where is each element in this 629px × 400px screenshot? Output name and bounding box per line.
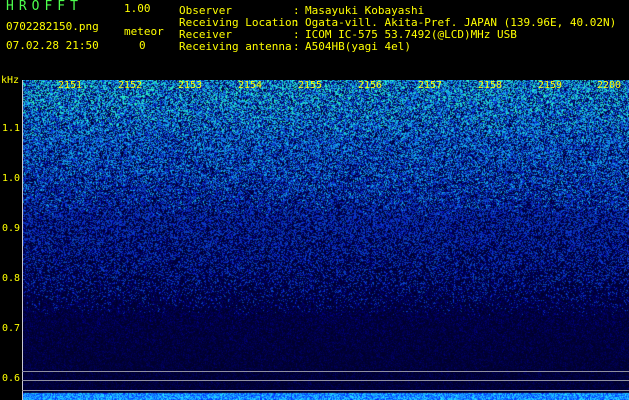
x-tick-label: 2157 [418,80,443,91]
x-tick-label: 2152 [118,80,143,91]
y-axis-unit: kHz [1,75,20,86]
header-panel: HROFFT 1.00 0702282150.png meteor 07.02.… [0,0,629,78]
y-tick-label: 0.6 [2,373,21,384]
y-tick-label: 0.9 [2,223,21,234]
reference-line [22,380,629,381]
x-tick-label: 2156 [358,80,383,91]
reference-line [22,390,629,391]
app-version: 1.00 [124,2,151,15]
info-value-antenna: A504HB(yagi 4el) [305,40,411,53]
x-tick-label: 2151 [58,80,83,91]
file-name: 0702282150.png [6,20,99,33]
x-tick-label: 2153 [178,80,203,91]
date-time: 07.02.28 21:50 [6,39,99,52]
info-label-antenna: Receiving antenna [179,40,292,53]
y-tick-label: 0.8 [2,273,21,284]
x-tick-label: 2159 [538,80,563,91]
info-colon: : [293,40,300,53]
x-tick-label: 2200 [597,80,622,91]
x-tick-label: 2154 [238,80,263,91]
x-tick-label: 2155 [298,80,323,91]
meteor-label: meteor [124,25,164,38]
app-name: HROFFT [6,0,83,14]
y-tick-label: 1.0 [2,173,21,184]
spectrogram-canvas [22,80,629,400]
meteor-count: 0 [139,39,146,52]
y-tick-label: 0.7 [2,323,21,334]
y-tick-label: 1.1 [2,123,21,134]
x-tick-label: 2158 [478,80,503,91]
spectrogram-left-edge [22,80,23,400]
reference-line [22,371,629,372]
